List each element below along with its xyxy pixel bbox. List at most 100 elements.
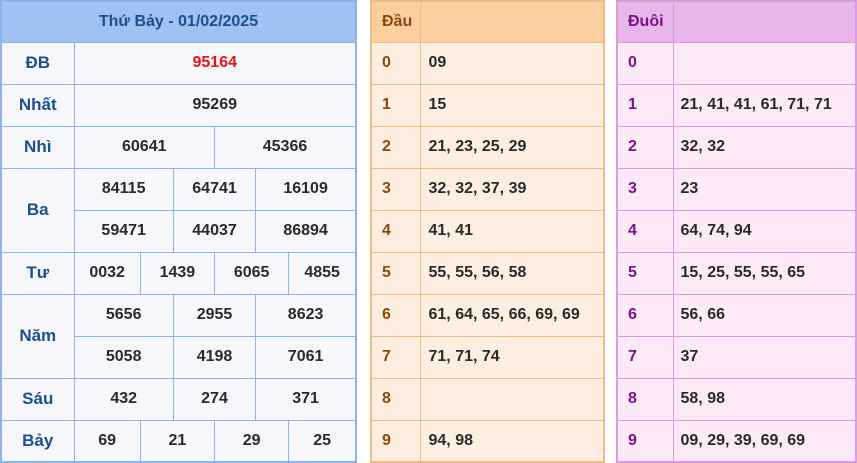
dau-value: 71, 71, 74 xyxy=(419,335,605,379)
prize-row-tu: Tư 0032 1439 6065 4855 xyxy=(0,251,357,295)
duoi-table: Đuôi 0 1 21, 41, 41, 61, 71, 71 2 32, 32 3… xyxy=(616,0,857,463)
prize-label-sau: Sáu xyxy=(0,377,75,421)
prize-label-db: ĐB xyxy=(0,41,75,85)
prize-label-nhi: Nhì xyxy=(0,125,75,169)
dau-row: 7 71, 71, 74 xyxy=(370,335,605,379)
duoi-value: 21, 41, 41, 61, 71, 71 xyxy=(672,83,857,127)
prize-label-tu: Tư xyxy=(0,251,75,295)
prize-value: 8623 xyxy=(255,293,357,337)
dau-value: 41, 41 xyxy=(419,209,605,253)
duoi-value: 15, 25, 55, 55, 65 xyxy=(672,251,857,295)
duoi-value: 32, 32 xyxy=(672,125,857,169)
dau-header-row: Đầu xyxy=(370,0,605,43)
prize-value: 21 xyxy=(139,419,216,463)
dau-row: 4 41, 41 xyxy=(370,209,605,253)
prize-row-ba: Ba 84115 64741 16109 xyxy=(0,167,357,253)
prize-value: 6065 xyxy=(214,251,290,295)
prize-label-nam: Năm xyxy=(0,293,75,379)
prize-row-nam: Năm 5656 2955 8623 xyxy=(0,293,357,379)
duoi-row: 0 xyxy=(616,41,857,85)
duoi-row: 1 21, 41, 41, 61, 71, 71 xyxy=(616,83,857,127)
prize-label-bay: Bảy xyxy=(0,419,75,463)
prize-value: 16109 xyxy=(255,167,357,211)
prize-value: 5656 xyxy=(73,293,174,337)
dau-key: 1 xyxy=(370,83,421,127)
prize-value: 371 xyxy=(255,377,357,421)
prize-value: 1439 xyxy=(139,251,216,295)
duoi-value: 09, 29, 39, 69, 69 xyxy=(672,419,857,463)
prize-label-ba: Ba xyxy=(0,167,75,253)
dau-row: 2 21, 23, 25, 29 xyxy=(370,125,605,169)
duoi-key: 0 xyxy=(616,41,674,85)
results-header-row: Thứ Bảy - 01/02/2025 xyxy=(0,0,357,43)
dau-key: 0 xyxy=(370,41,421,85)
duoi-key: 1 xyxy=(616,83,674,127)
prize-value: 95269 xyxy=(73,83,357,127)
dau-key: 2 xyxy=(370,125,421,169)
prize-value: 5058 xyxy=(73,335,174,379)
duoi-header-row: Đuôi xyxy=(616,0,857,43)
dau-key: 5 xyxy=(370,251,421,295)
duoi-row: 4 64, 74, 94 xyxy=(616,209,857,253)
results-title: Thứ Bảy - 01/02/2025 xyxy=(0,0,357,43)
dau-value: 32, 32, 37, 39 xyxy=(419,167,605,211)
prize-value: 0032 xyxy=(73,251,141,295)
dau-key: 3 xyxy=(370,167,421,211)
duoi-value: 56, 66 xyxy=(672,293,857,337)
duoi-value: 37 xyxy=(672,335,857,379)
dau-row: 3 32, 32, 37, 39 xyxy=(370,167,605,211)
prize-value: 7061 xyxy=(255,335,357,379)
prize-row-db: ĐB 95164 xyxy=(0,41,357,85)
prize-value: 95164 xyxy=(73,41,357,85)
prize-value: 29 xyxy=(214,419,290,463)
dau-value: 94, 98 xyxy=(419,419,605,463)
prize-value: 84115 xyxy=(73,167,174,211)
dau-row: 5 55, 55, 56, 58 xyxy=(370,251,605,295)
prize-label-nhat: Nhất xyxy=(0,83,75,127)
duoi-header-blank xyxy=(672,0,857,43)
prize-value: 45366 xyxy=(214,125,357,169)
duoi-key: 7 xyxy=(616,335,674,379)
duoi-row: 5 15, 25, 55, 55, 65 xyxy=(616,251,857,295)
duoi-row: 2 32, 32 xyxy=(616,125,857,169)
dau-value: 21, 23, 25, 29 xyxy=(419,125,605,169)
prize-value: 2955 xyxy=(172,293,257,337)
dau-key: 7 xyxy=(370,335,421,379)
duoi-key: 2 xyxy=(616,125,674,169)
duoi-key: 8 xyxy=(616,377,674,421)
prize-row-sau: Sáu 432 274 371 xyxy=(0,377,357,421)
dau-row: 6 61, 64, 65, 66, 69, 69 xyxy=(370,293,605,337)
prize-value: 86894 xyxy=(255,209,357,253)
dau-row: 9 94, 98 xyxy=(370,419,605,463)
prize-value: 274 xyxy=(172,377,257,421)
dau-row: 0 09 xyxy=(370,41,605,85)
prize-value: 25 xyxy=(288,419,357,463)
duoi-row: 6 56, 66 xyxy=(616,293,857,337)
duoi-title: Đuôi xyxy=(616,0,674,43)
duoi-row: 8 58, 98 xyxy=(616,377,857,421)
dau-value: 61, 64, 65, 66, 69, 69 xyxy=(419,293,605,337)
prize-value: 69 xyxy=(73,419,141,463)
dau-table: Đầu 0 09 1 15 2 21, 23, 25, 29 3 32, 32, 37,… xyxy=(370,0,605,463)
duoi-value: 64, 74, 94 xyxy=(672,209,857,253)
dau-row: 8 xyxy=(370,377,605,421)
dau-value: 15 xyxy=(419,83,605,127)
results-table: Thứ Bảy - 01/02/2025 ĐB 95164 Nhất 95269… xyxy=(0,0,357,463)
dau-title: Đầu xyxy=(370,0,421,43)
duoi-row: 9 09, 29, 39, 69, 69 xyxy=(616,419,857,463)
dau-key: 4 xyxy=(370,209,421,253)
dau-key: 6 xyxy=(370,293,421,337)
duoi-key: 5 xyxy=(616,251,674,295)
dau-key: 8 xyxy=(370,377,421,421)
prize-value: 60641 xyxy=(73,125,216,169)
dau-value: 09 xyxy=(419,41,605,85)
duoi-value xyxy=(672,41,857,85)
prize-value: 59471 xyxy=(73,209,174,253)
dau-header-blank xyxy=(419,0,605,43)
duoi-key: 3 xyxy=(616,167,674,211)
dau-row: 1 15 xyxy=(370,83,605,127)
dau-value xyxy=(419,377,605,421)
duoi-row: 3 23 xyxy=(616,167,857,211)
prize-row-nhat: Nhất 95269 xyxy=(0,83,357,127)
duoi-row: 7 37 xyxy=(616,335,857,379)
